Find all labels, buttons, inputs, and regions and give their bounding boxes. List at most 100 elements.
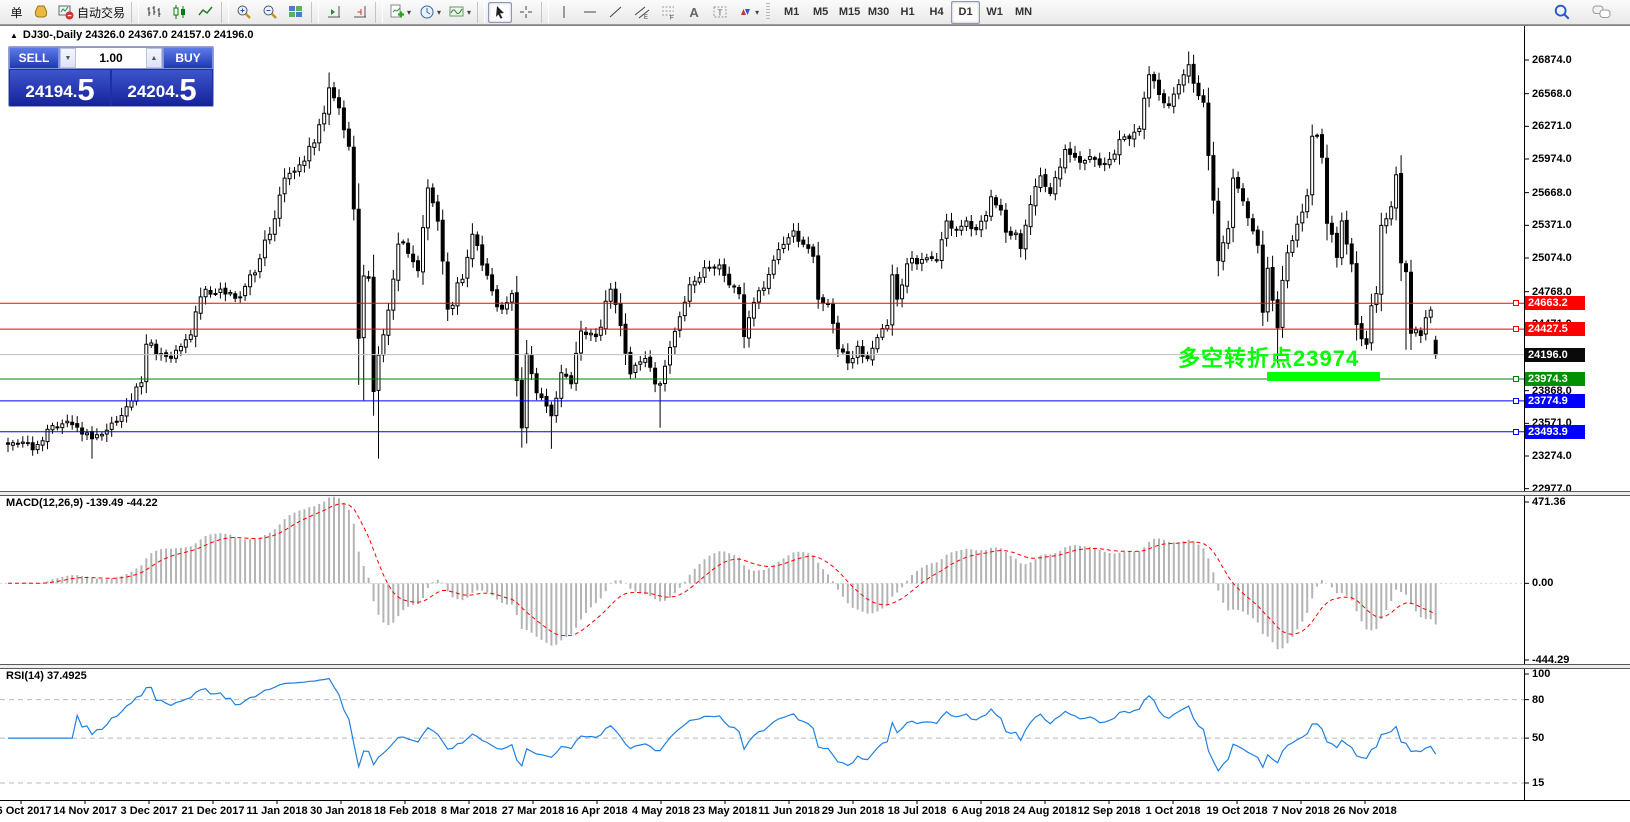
timeframe-H1[interactable]: H1 (893, 1, 922, 24)
bar-chart-button[interactable] (142, 2, 166, 23)
svg-text:T: T (718, 9, 723, 18)
collapse-triangle-icon[interactable]: ▲ (10, 31, 18, 40)
current-price-badge: 24196.0 (1525, 348, 1585, 362)
price-axis[interactable] (1524, 26, 1630, 800)
volume-increase-button[interactable]: ▲ (146, 48, 162, 68)
timeframe-D1[interactable]: D1 (951, 1, 980, 24)
timeframe-M1[interactable]: M1 (777, 1, 806, 24)
hline-handle[interactable] (1513, 300, 1519, 306)
date-axis-label: 4 May 2018 (632, 805, 690, 817)
crosshair-tool-button[interactable] (514, 2, 538, 23)
one-click-trading-panel: SELL ▼ ▲ BUY 24194.5 24204.5 (8, 46, 214, 107)
price-axis-tick: 25371.0 (1532, 219, 1572, 231)
price-axis-tick: 26271.0 (1532, 120, 1572, 132)
line-chart-button[interactable] (194, 2, 218, 23)
sell-button[interactable]: SELL (9, 47, 59, 69)
buy-button[interactable]: BUY (163, 47, 213, 69)
buy-price-main: 24204. (127, 79, 179, 105)
zoom-in-button[interactable] (232, 2, 256, 23)
chart-window-border (0, 25, 1630, 26)
date-axis-label: 23 May 2018 (693, 805, 757, 817)
date-axis-label: 24 Aug 2018 (1013, 805, 1077, 817)
dropdown-caret: ▾ (755, 8, 759, 17)
timeframe-toolbar: M1M5M15M30H1H4D1W1MN (777, 1, 1038, 24)
tile-windows-button[interactable] (284, 2, 308, 23)
date-axis-label: 3 Dec 2017 (121, 805, 178, 817)
volume-decrease-button[interactable]: ▼ (60, 48, 76, 68)
indicators-icon (449, 4, 465, 20)
hline-price-badge: 23974.3 (1525, 372, 1585, 386)
text-tool[interactable]: A (682, 2, 706, 23)
clock-icon (419, 4, 435, 20)
hline-price-badge: 24663.2 (1525, 296, 1585, 310)
new-chart-button[interactable]: ▾ (386, 2, 414, 23)
hline-price-badge: 24427.5 (1525, 322, 1585, 336)
timeframe-H4[interactable]: H4 (922, 1, 951, 24)
zoom-out-button[interactable] (258, 2, 282, 23)
chart-canvas[interactable] (0, 0, 1630, 822)
deposit-icon[interactable] (29, 2, 53, 23)
chart-shift-icon (352, 4, 368, 20)
main-toolbar: 单 自动交易 (0, 0, 1630, 25)
community-chat-button[interactable] (1589, 1, 1615, 22)
date-axis-label: 30 Jan 2018 (310, 805, 372, 817)
channel-icon: E (634, 4, 650, 20)
arrows-tool[interactable]: ▾ (734, 2, 762, 23)
toolbar-separator (375, 2, 383, 23)
toolbar-separator (477, 2, 485, 23)
chart-shift-button[interactable] (348, 2, 372, 23)
fibonacci-tool[interactable]: F (656, 2, 680, 23)
hline-handle[interactable] (1513, 376, 1519, 382)
price-axis-tick: 26874.0 (1532, 54, 1572, 66)
price-axis-tick: 25668.0 (1532, 187, 1572, 199)
hline-handle[interactable] (1513, 429, 1519, 435)
toolbar-separator (541, 2, 549, 23)
timeframe-MN[interactable]: MN (1009, 1, 1038, 24)
rsi-pane-divider[interactable] (0, 664, 1630, 669)
sell-price-big-digit: 5 (77, 74, 94, 105)
search-button[interactable] (1550, 1, 1574, 22)
candlestick-button[interactable] (168, 2, 192, 23)
periods-button[interactable]: ▾ (416, 2, 444, 23)
autotrading-button[interactable]: 自动交易 (55, 2, 128, 23)
auto-scroll-button[interactable] (322, 2, 346, 23)
date-axis-label: 12 Sep 2018 (1078, 805, 1141, 817)
horizontal-line-icon (582, 4, 598, 20)
date-axis-label: 27 Mar 2018 (502, 805, 564, 817)
timeframe-M15[interactable]: M15 (835, 1, 864, 24)
date-axis-label: 7 Nov 2018 (1272, 805, 1329, 817)
sell-price-main: 24194. (25, 79, 77, 105)
bar-chart-icon (146, 4, 162, 20)
timeframe-M30[interactable]: M30 (864, 1, 893, 24)
toolbar-separator (131, 2, 139, 23)
chart-title: ▲ DJ30-,Daily 24326.0 24367.0 24157.0 241… (6, 29, 258, 41)
new-order-button[interactable]: 单 (3, 2, 27, 23)
date-axis-label: 26 Oct 2017 (0, 805, 52, 817)
hline-price-badge: 23493.9 (1525, 425, 1585, 439)
hline-handle[interactable] (1513, 326, 1519, 332)
templates-button[interactable]: ▾ (446, 2, 474, 23)
line-chart-icon (198, 4, 214, 20)
toolbar-separator (221, 2, 229, 23)
text-label-tool[interactable]: T (708, 2, 732, 23)
chart-title-text: DJ30-,Daily 24326.0 24367.0 24157.0 2419… (23, 29, 254, 41)
hline-handle[interactable] (1513, 398, 1519, 404)
text-tool-label: A (689, 5, 698, 20)
price-axis-tick: 26568.0 (1532, 88, 1572, 100)
timeframe-M5[interactable]: M5 (806, 1, 835, 24)
volume-input[interactable] (76, 48, 146, 68)
price-axis-tick: 25074.0 (1532, 252, 1572, 264)
vertical-line-tool[interactable] (552, 2, 576, 23)
sell-price[interactable]: 24194.5 (10, 70, 110, 106)
cursor-tool-button[interactable] (488, 2, 512, 23)
trendline-tool[interactable] (604, 2, 628, 23)
channel-tool[interactable]: E (630, 2, 654, 23)
autotrading-icon (58, 4, 74, 20)
rsi-axis-tick: 50 (1532, 732, 1544, 744)
horizontal-line-tool[interactable] (578, 2, 602, 23)
date-axis-label: 1 Oct 2018 (1145, 805, 1200, 817)
macd-pane-divider[interactable] (0, 491, 1630, 496)
buy-price[interactable]: 24204.5 (112, 70, 212, 106)
rsi-label: RSI(14) 37.4925 (6, 670, 87, 682)
timeframe-W1[interactable]: W1 (980, 1, 1009, 24)
